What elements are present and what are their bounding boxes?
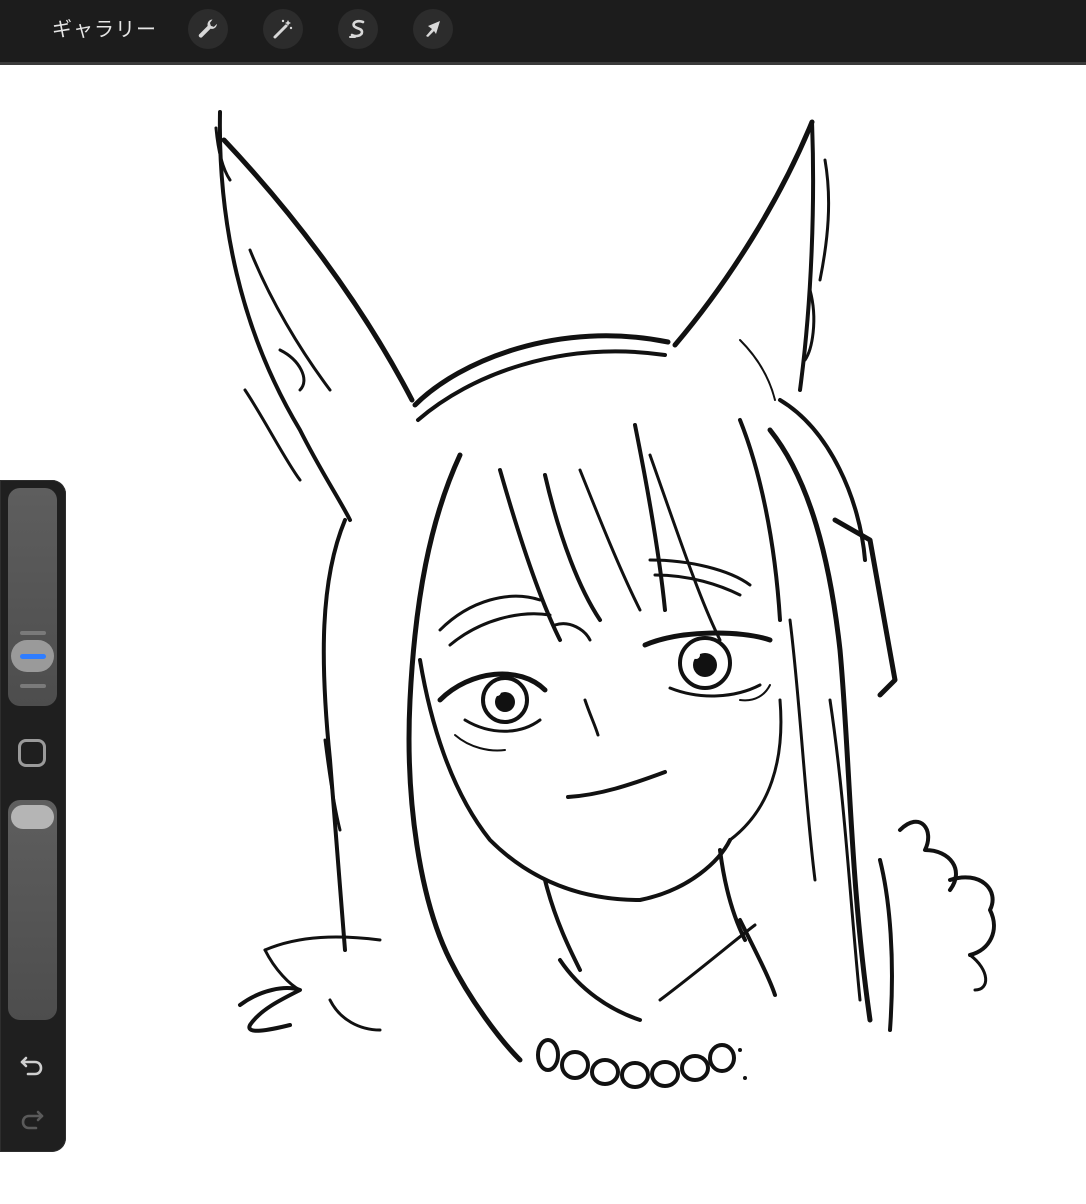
line-sketch-artwork [214,110,996,1089]
drawing-canvas[interactable] [0,65,1086,1200]
gallery-button[interactable]: ギャラリー [52,14,157,44]
wrench-icon [198,19,217,38]
top-toolbar: ギャラリー [0,0,1086,65]
opacity-slider[interactable] [8,800,57,1020]
arrow-cursor-icon [426,21,440,37]
selection-button[interactable] [338,9,378,49]
opacity-knob[interactable] [11,805,54,829]
redo-icon [21,1110,44,1130]
magic-wand-icon [273,19,293,39]
redo-button[interactable] [15,1102,49,1136]
undo-icon [20,1056,43,1076]
modifier-square-button[interactable] [18,739,46,767]
undo-button[interactable] [15,1048,49,1082]
size-tick [20,684,46,688]
brush-size-knob[interactable] [11,640,54,672]
size-indicator [19,653,46,659]
brush-size-slider[interactable] [8,488,57,706]
size-tick [20,631,46,635]
selection-s-icon [349,19,365,38]
adjustments-button[interactable] [263,9,303,49]
actions-button[interactable] [188,9,228,49]
transform-button[interactable] [413,9,453,49]
left-sidebar [0,480,66,1152]
